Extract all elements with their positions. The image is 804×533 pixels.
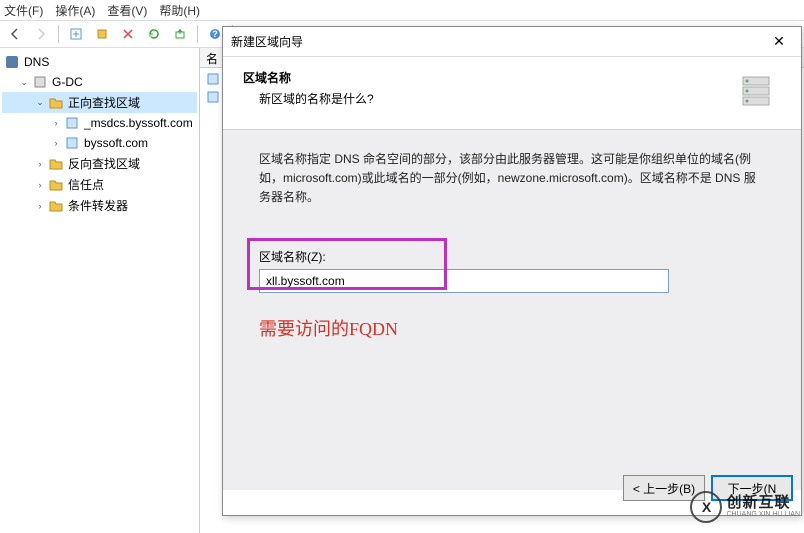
wizard-header: 区域名称 新区域的名称是什么? [223,57,801,130]
wizard-titlebar: 新建区域向导 ✕ [223,27,801,57]
close-button[interactable]: ✕ [765,32,793,52]
tree-label: 条件转发器 [68,197,128,214]
svg-text:?: ? [212,29,218,39]
tree-label: 反向查找区域 [68,155,140,172]
refresh-icon[interactable] [143,23,165,45]
collapse-icon[interactable]: ⌄ [34,97,46,109]
server-icon [32,74,48,90]
menu-view[interactable]: 查看(V) [107,2,147,18]
tree-panel: DNS ⌄ G-DC ⌄ 正向查找区域 › _msdcs.byssoft.com… [0,48,200,533]
expand-icon[interactable]: › [34,200,46,212]
expand-icon[interactable]: › [34,158,46,170]
tree-label: G-DC [52,75,83,89]
menu-help[interactable]: 帮助(H) [159,2,200,18]
tree-dns-root[interactable]: DNS [2,52,197,72]
export-icon[interactable] [169,23,191,45]
dns-icon [4,54,20,70]
tree-server[interactable]: ⌄ G-DC [2,72,197,92]
tree-zone-msdcs[interactable]: › _msdcs.byssoft.com [2,113,197,133]
zone-icon [64,115,80,131]
watermark-text-cn: 创新互联 [726,495,800,512]
filter-button[interactable] [91,23,113,45]
list-item[interactable] [206,72,222,88]
wizard-body: 区域名称指定 DNS 命名空间的部分，该部分由此服务器管理。这可能是你组织单位的… [223,130,801,490]
tree-conditional-forwarders[interactable]: › 条件转发器 [2,195,197,216]
folder-icon [48,198,64,214]
watermark: X 创新互联 CHUANG XIN HU LIAN [690,491,800,523]
wizard-dialog: 新建区域向导 ✕ 区域名称 新区域的名称是什么? 区域名称指定 DNS 命名空间… [222,26,802,516]
wizard-description: 区域名称指定 DNS 命名空间的部分，该部分由此服务器管理。这可能是你组织单位的… [259,150,765,208]
menu-file[interactable]: 文件(F) [4,2,43,18]
expand-icon[interactable]: › [34,179,46,191]
menu-action[interactable]: 操作(A) [55,2,95,18]
zone-name-label: 区域名称(Z): [259,248,765,265]
wizard-server-icon [733,69,781,117]
tree-label: DNS [24,55,49,69]
tree-label: byssoft.com [84,136,148,150]
tree-trust-points[interactable]: › 信任点 [2,174,197,195]
tree-label: 信任点 [68,176,104,193]
tree-forward-zone[interactable]: ⌄ 正向查找区域 [2,92,197,113]
add-button[interactable] [65,23,87,45]
collapse-icon[interactable]: ⌄ [18,76,30,88]
expand-icon[interactable]: › [50,117,62,129]
annotation-text: 需要访问的FQDN [259,315,765,341]
folder-icon [48,156,64,172]
wizard-header-subtitle: 新区域的名称是什么? [243,90,733,107]
tree-label: 正向查找区域 [68,94,140,111]
wizard-title: 新建区域向导 [231,33,765,50]
watermark-text-en: CHUANG XIN HU LIAN [726,511,800,519]
expand-icon[interactable]: › [50,137,62,149]
watermark-logo-icon: X [690,491,722,523]
tree-zone-byssoft[interactable]: › byssoft.com [2,133,197,153]
forward-button[interactable] [30,23,52,45]
back-button[interactable] [4,23,26,45]
zone-icon [64,135,80,151]
tree-label: _msdcs.byssoft.com [84,116,193,130]
delete-icon[interactable] [117,23,139,45]
menubar: 文件(F) 操作(A) 查看(V) 帮助(H) [0,0,804,20]
list-item[interactable] [206,90,222,106]
folder-icon [48,177,64,193]
folder-icon [48,95,64,111]
wizard-header-title: 区域名称 [243,69,733,86]
zone-name-input[interactable] [259,269,669,293]
tree-reverse-zone[interactable]: › 反向查找区域 [2,153,197,174]
